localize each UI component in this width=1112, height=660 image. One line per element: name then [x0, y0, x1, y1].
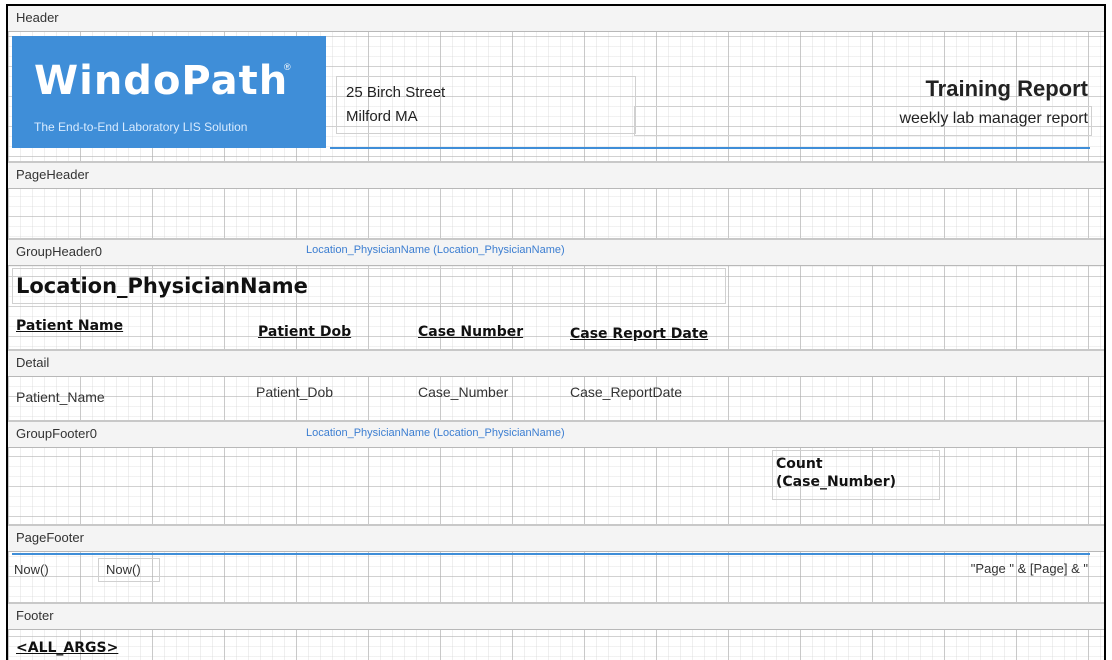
column-header-case-report-date[interactable]: Case Report Date — [570, 326, 708, 342]
report-subtitle[interactable]: weekly lab manager report — [899, 110, 1088, 128]
detail-field-case-report-date[interactable]: Case_ReportDate — [570, 384, 682, 400]
column-header-case-number[interactable]: Case Number — [418, 324, 523, 340]
logo-title: WindoPath — [34, 58, 289, 104]
band-detail[interactable]: Detail — [8, 351, 1104, 377]
address-line-2[interactable]: Milford MA — [346, 108, 418, 125]
header-rule[interactable] — [330, 147, 1090, 149]
detail-field-patient-name[interactable]: Patient_Name — [16, 389, 105, 405]
page-number-expression[interactable]: "Page " & [Page] & " — [971, 561, 1088, 576]
group-title[interactable]: Location_PhysicianName — [16, 274, 308, 298]
footer-rule[interactable] — [12, 553, 1090, 555]
band-page-header[interactable]: PageHeader — [8, 163, 1104, 189]
now-field-2[interactable]: Now() — [106, 562, 141, 577]
detail-field-case-number[interactable]: Case_Number — [418, 384, 508, 400]
address-line-1[interactable]: 25 Birch Street — [346, 84, 445, 101]
column-header-patient-dob[interactable]: Patient Dob — [258, 324, 351, 340]
windopath-logo[interactable]: WindoPath ® The End-to-End Laboratory LI… — [12, 36, 326, 148]
all-args-field[interactable]: <ALL_ARGS> — [16, 640, 118, 656]
count-field[interactable]: (Case_Number) — [776, 473, 896, 491]
now-field-1[interactable]: Now() — [14, 562, 49, 577]
group-header-field[interactable]: Location_PhysicianName (Location_Physici… — [306, 244, 565, 256]
report-title[interactable]: Training Report — [925, 76, 1088, 102]
column-header-patient-name[interactable]: Patient Name — [16, 318, 123, 334]
detail-field-patient-dob[interactable]: Patient_Dob — [256, 384, 333, 400]
report-designer-canvas: Header WindoPath ® The End-to-End Labora… — [6, 4, 1106, 660]
logo-registered-mark: ® — [284, 62, 291, 72]
logo-tagline: The End-to-End Laboratory LIS Solution — [34, 120, 248, 134]
band-page-footer[interactable]: PageFooter — [8, 526, 1104, 552]
band-header[interactable]: Header — [8, 6, 1104, 32]
group-footer-field[interactable]: Location_PhysicianName (Location_Physici… — [306, 427, 565, 439]
count-label[interactable]: Count — [776, 455, 823, 473]
band-footer[interactable]: Footer — [8, 604, 1104, 630]
